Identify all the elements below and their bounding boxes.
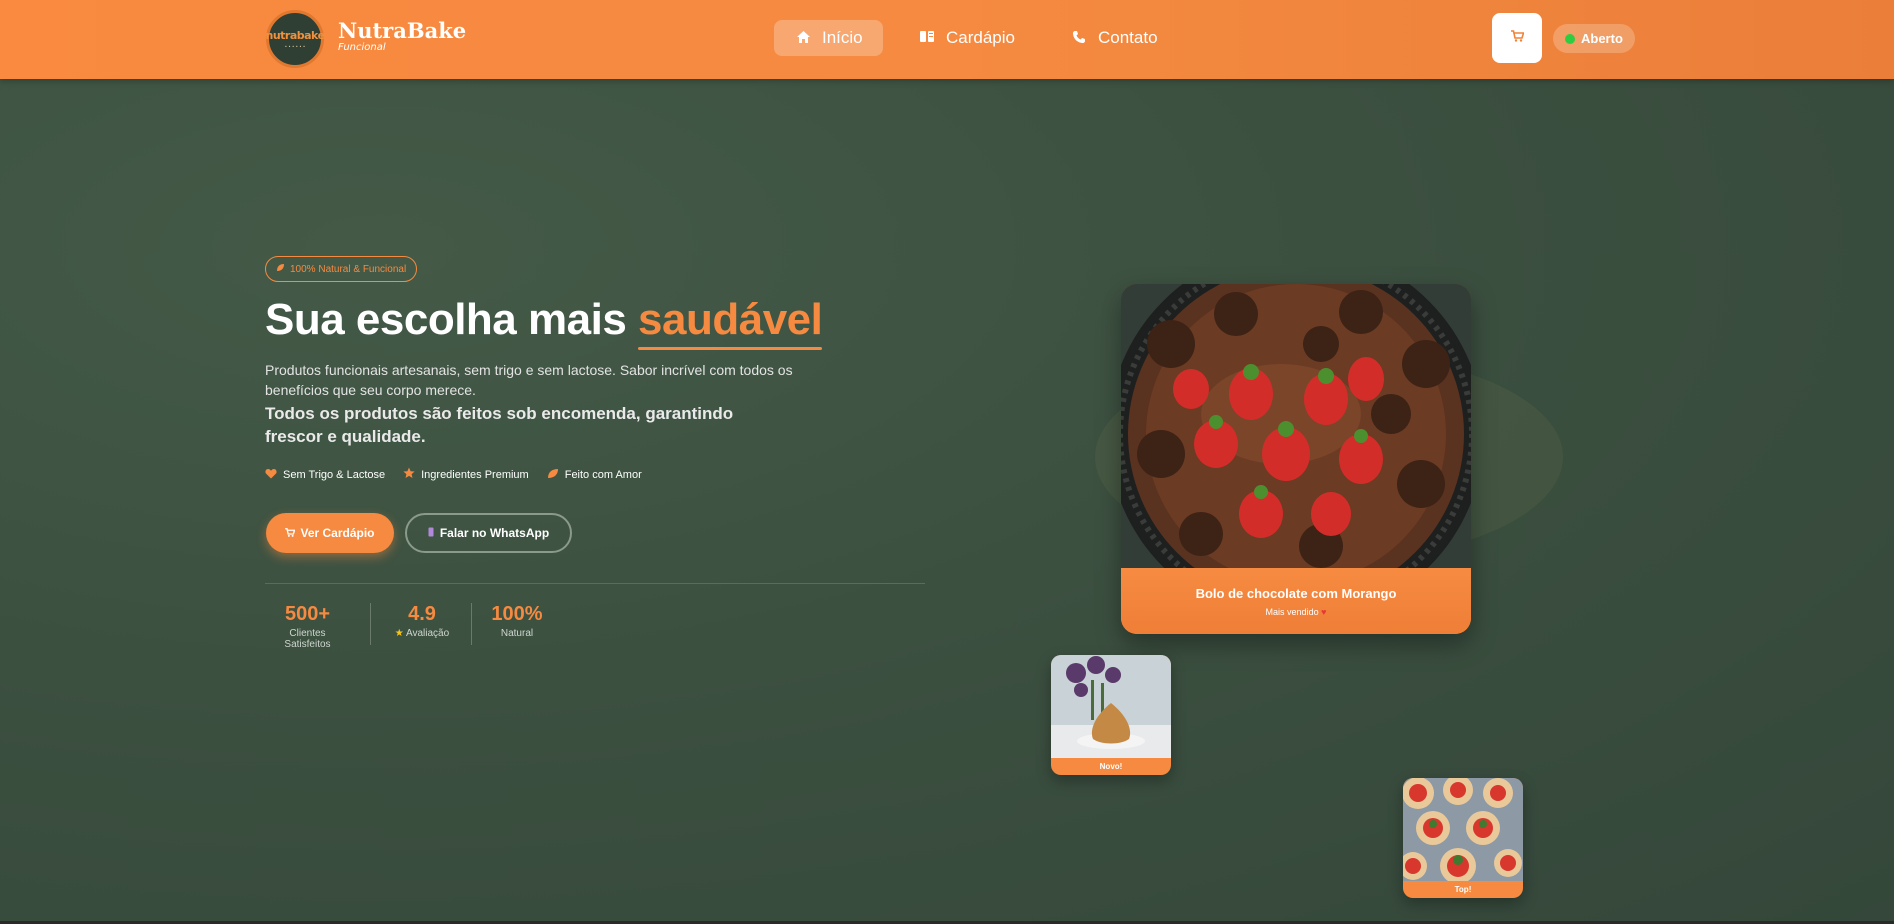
featured-product-subtitle: Mais vendido (1265, 606, 1319, 617)
view-menu-button[interactable]: Ver Cardápio (266, 513, 394, 553)
featured-product-caption: Bolo de chocolate com Morango Mais vendi… (1121, 568, 1471, 634)
cart-icon (285, 526, 296, 540)
product-card-small[interactable]: Novo! (1051, 655, 1171, 775)
star-icon (403, 467, 415, 482)
hero-badge: 100% Natural & Funcional (265, 256, 418, 282)
star-icon: ★ (394, 628, 404, 639)
hero-headline: Sua escolha mais saudável (265, 295, 823, 345)
leaf-icon (276, 263, 285, 275)
featured-product-subtitle-row: Mais vendido ♥ (1266, 607, 1327, 617)
nav-contato[interactable]: Contato (1050, 20, 1178, 56)
view-menu-label: Ver Cardápio (300, 526, 375, 540)
status-badge: Aberto (1553, 24, 1635, 53)
feature-item: Sem Trigo & Lactose (265, 467, 385, 482)
feature-item: Feito com Amor (547, 467, 642, 482)
brand[interactable]: NutraBake Funcional (338, 18, 467, 54)
brand-name: NutraBake (338, 18, 467, 43)
nav-label: Cardápio (946, 28, 1015, 47)
heart-icon (265, 468, 277, 482)
headline-accent: saudável (638, 295, 823, 344)
leaf-icon (547, 468, 559, 482)
feature-item: Ingredientes Premium (403, 467, 529, 482)
stat-label: Avaliação (406, 628, 450, 639)
hero-background (0, 79, 1894, 924)
stat-clients: 500+ Clientes Satisfeitos (265, 603, 350, 650)
phone-icon (1070, 30, 1088, 47)
stat-rating: 4.9 ★ Avaliação (387, 603, 457, 639)
logo-text: nutrabake (265, 29, 325, 42)
status-dot-icon (1565, 33, 1575, 44)
stat-value: 100% (491, 603, 543, 625)
featured-product-card[interactable]: Bolo de chocolate com Morango Mais vendi… (1121, 284, 1471, 634)
logo[interactable]: nutrabake • • • • • • (265, 10, 325, 68)
hero-badge-label: 100% Natural & Funcional (290, 263, 407, 275)
hero-description-bold: Todos os produtos são feitos sob encomen… (265, 404, 734, 446)
headline-prefix: Sua escolha mais (265, 295, 627, 344)
stat-label: Natural (500, 628, 534, 639)
stat-label-row: ★ Avaliação (387, 628, 457, 639)
feature-label: Feito com Amor (564, 468, 642, 481)
stat-separator (471, 603, 472, 645)
heart-icon: ♥ (1321, 606, 1327, 617)
brand-subtitle: Funcional (338, 42, 386, 53)
featured-product-title: Bolo de chocolate com Morango (1195, 585, 1397, 601)
product-tag-label: Top! (1454, 885, 1472, 894)
home-icon (794, 30, 812, 47)
whatsapp-label: Falar no WhatsApp (439, 526, 550, 540)
coxinha-image (1051, 655, 1171, 758)
nav-inicio[interactable]: Início (774, 20, 883, 56)
tartlets-image (1403, 778, 1523, 881)
menu-book-icon (918, 30, 936, 46)
stat-natural: 100% Natural (488, 603, 546, 639)
stat-separator (370, 603, 371, 645)
nav-label: Início (822, 28, 863, 47)
stat-value: 500+ (284, 603, 331, 625)
feature-label: Ingredientes Premium (421, 468, 529, 481)
hero-description: Produtos funcionais artesanais, sem trig… (265, 362, 793, 398)
stats-divider (265, 583, 925, 584)
chocolate-strawberry-cake-image (1121, 284, 1471, 568)
nav-cardapio[interactable]: Cardápio (898, 20, 1035, 56)
stat-value: 4.9 (408, 603, 436, 625)
status-label: Aberto (1581, 31, 1623, 46)
whatsapp-button[interactable]: Falar no WhatsApp (405, 513, 572, 553)
product-card-small[interactable]: Top! (1403, 778, 1523, 898)
nav-label: Contato (1098, 28, 1158, 47)
phone-icon (428, 526, 434, 540)
site-header: nutrabake • • • • • • NutraBake Funciona… (0, 0, 1894, 79)
cart-icon (1510, 30, 1525, 46)
feature-label: Sem Trigo & Lactose (283, 468, 386, 481)
product-tag-label: Novo! (1099, 762, 1123, 771)
feature-list: Sem Trigo & Lactose Ingredientes Premium… (265, 467, 642, 482)
cart-button[interactable] (1492, 13, 1542, 63)
stat-label: Clientes Satisfeitos (284, 628, 331, 650)
logo-decoration: • • • • • • (284, 44, 306, 49)
